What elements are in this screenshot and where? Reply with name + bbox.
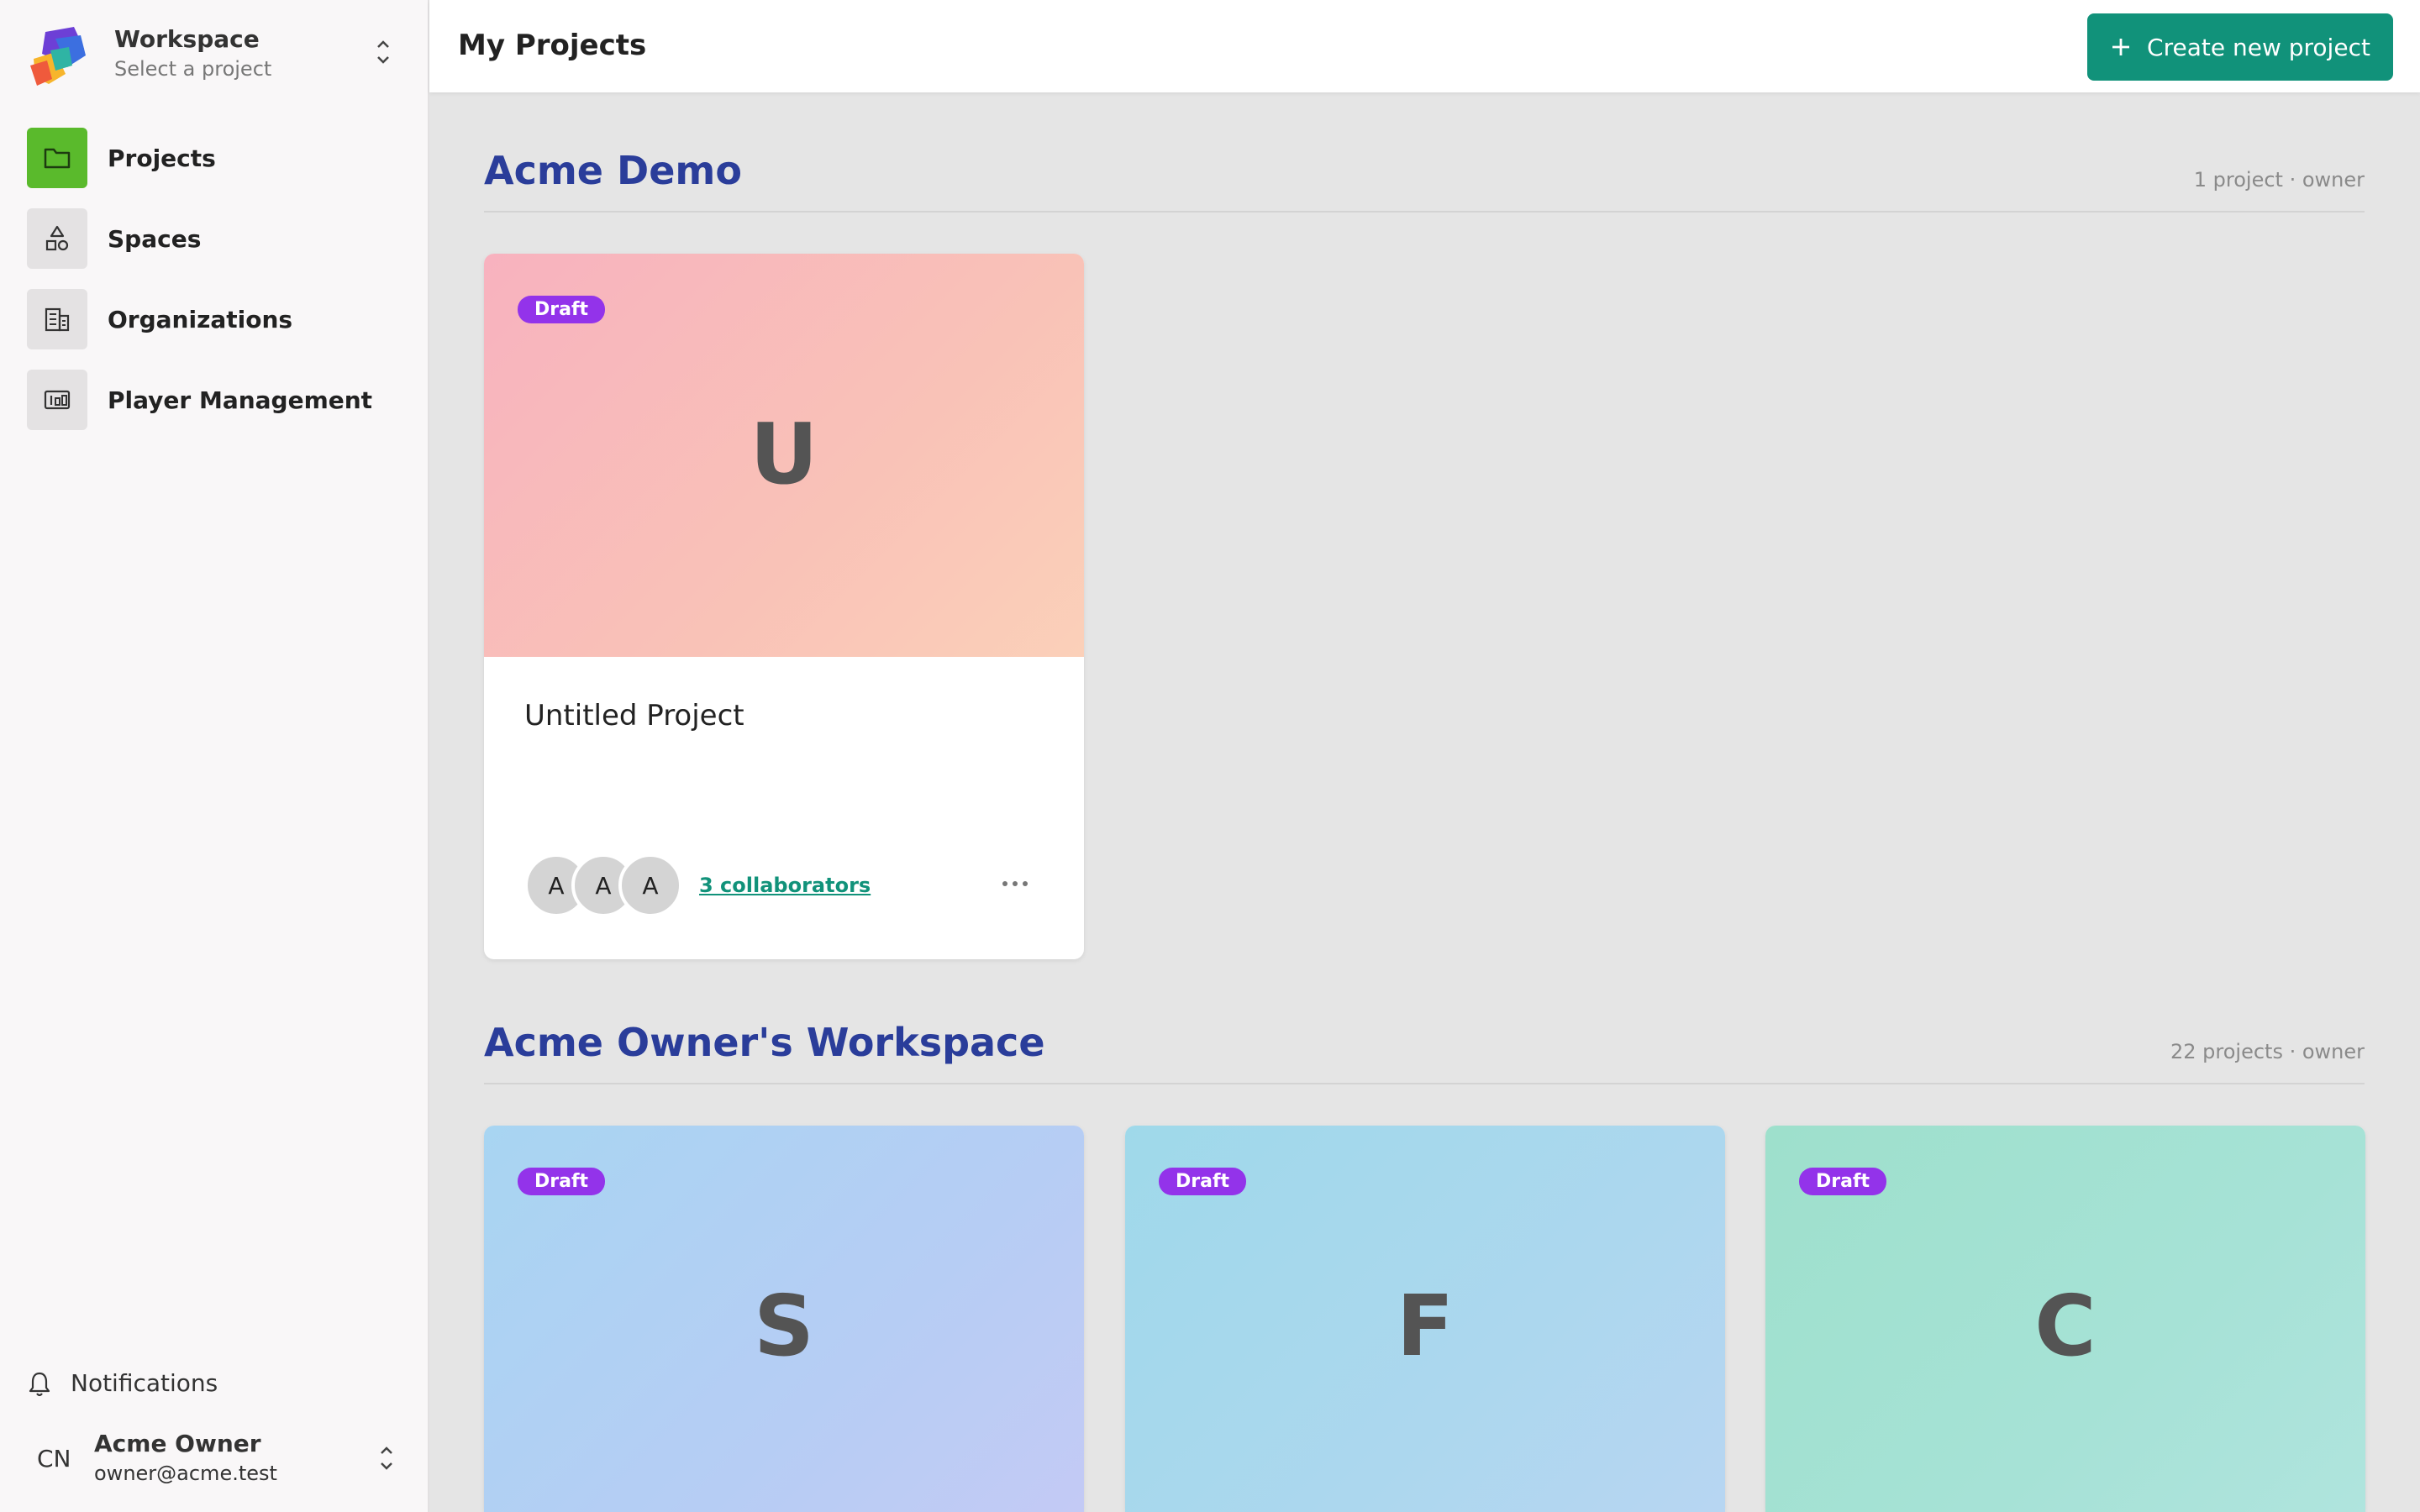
collaborators-link[interactable]: 3 collaborators [699, 874, 871, 897]
sidebar-item-player-management[interactable]: Player Management [27, 370, 397, 430]
user-menu[interactable]: CN Acme Owner owner@acme.test [34, 1428, 403, 1492]
player-management-icon [44, 390, 71, 410]
project-card[interactable]: Draft S [484, 1126, 1084, 1512]
app-logo-icon [30, 27, 86, 86]
notifications-label: Notifications [71, 1369, 218, 1397]
page-title: My Projects [458, 29, 647, 62]
section-divider [484, 211, 2365, 213]
folder-icon [44, 148, 71, 169]
project-initial: U [750, 405, 818, 503]
project-title: Untitled Project [524, 699, 744, 732]
status-badge: Draft [518, 1168, 606, 1195]
notifications-button[interactable]: Notifications [27, 1364, 397, 1401]
user-email: owner@acme.test [94, 1462, 277, 1485]
shapes-icon [45, 225, 69, 251]
section-title: Acme Owner's Workspace [484, 1020, 1045, 1065]
status-badge: Draft [1159, 1168, 1247, 1195]
section-divider [484, 1083, 2365, 1084]
workspace-name: Workspace [114, 25, 260, 53]
project-cover: Draft F [1125, 1126, 1725, 1512]
sidebar-item-spaces[interactable]: Spaces [27, 208, 397, 269]
project-initial: F [1396, 1277, 1455, 1375]
chevron-up-down-icon [377, 40, 389, 64]
workspace-subtitle: Select a project [114, 57, 272, 81]
workspace-switcher[interactable]: Workspace Select a project [30, 24, 400, 87]
sidebar: Workspace Select a project Projects Spac… [0, 0, 429, 1512]
project-cover: Draft U [484, 254, 1084, 657]
plus-icon [2112, 39, 2130, 55]
section-meta: 22 projects · owner [2170, 1040, 2365, 1063]
chevron-up-down-icon [381, 1446, 392, 1470]
top-header: My Projects Create new project [429, 0, 2420, 92]
sidebar-item-label: Spaces [108, 225, 202, 253]
create-new-project-button[interactable]: Create new project [2087, 13, 2393, 81]
section-title: Acme Demo [484, 148, 742, 193]
status-badge: Draft [1799, 1168, 1887, 1195]
status-badge: Draft [518, 296, 606, 323]
project-card[interactable]: Draft U Untitled Project [484, 254, 1084, 959]
sidebar-item-label: Player Management [108, 386, 373, 414]
user-name: Acme Owner [94, 1430, 261, 1457]
sidebar-item-projects[interactable]: Projects [27, 128, 397, 188]
bell-icon [29, 1372, 50, 1397]
project-cover: Draft C [1765, 1126, 2365, 1512]
avatar: A [618, 853, 682, 917]
project-card[interactable]: Draft F [1125, 1126, 1725, 1512]
project-card[interactable]: Draft C [1765, 1126, 2365, 1512]
project-initial: S [753, 1277, 815, 1375]
section-meta: 1 project · owner [2193, 168, 2365, 192]
sidebar-item-label: Projects [108, 144, 216, 172]
sidebar-item-organizations[interactable]: Organizations [27, 289, 397, 349]
building-icon [45, 307, 70, 332]
project-cover: Draft S [484, 1126, 1084, 1512]
avatar: CN [37, 1445, 71, 1473]
sidebar-item-label: Organizations [108, 306, 293, 333]
more-options-icon[interactable] [1000, 874, 1030, 894]
project-initial: C [2034, 1277, 2096, 1375]
create-new-project-label: Create new project [2147, 33, 2370, 61]
